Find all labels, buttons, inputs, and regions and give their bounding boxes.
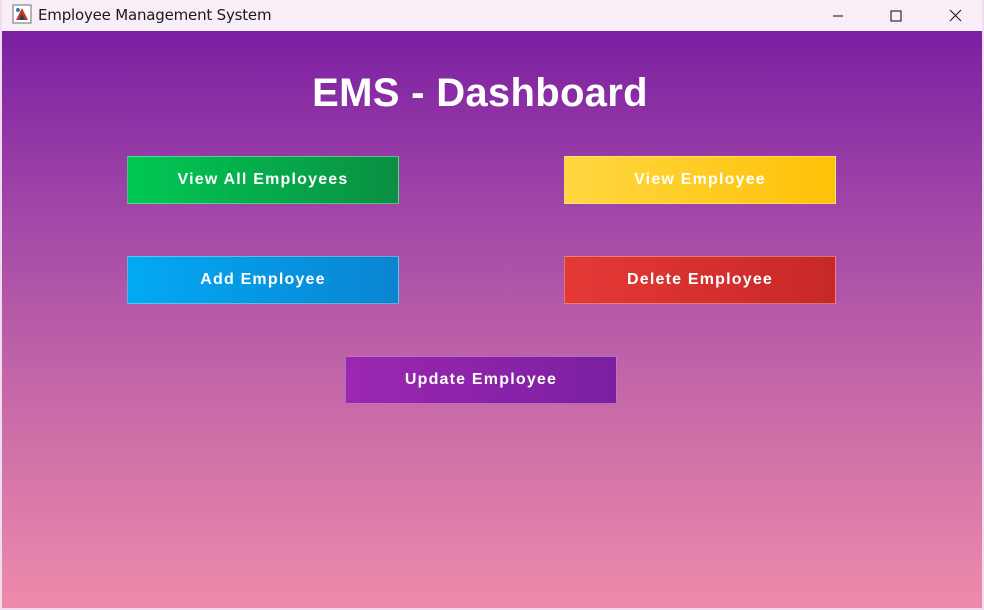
view-all-employees-button[interactable]: View All Employees xyxy=(127,156,399,204)
delete-employee-button[interactable]: Delete Employee xyxy=(564,256,836,304)
app-window: Employee Management System EMS - Dashboa… xyxy=(0,0,984,610)
title-bar[interactable]: Employee Management System xyxy=(0,0,984,31)
page-title: EMS - Dashboard xyxy=(312,71,648,115)
minimize-icon xyxy=(833,14,843,17)
close-button[interactable] xyxy=(926,0,984,31)
add-employee-button[interactable]: Add Employee xyxy=(127,256,399,304)
dashboard-panel: EMS - Dashboard View All Employees View … xyxy=(2,31,982,608)
update-employee-button[interactable]: Update Employee xyxy=(345,356,617,404)
view-employee-button[interactable]: View Employee xyxy=(564,156,836,204)
maximize-button[interactable] xyxy=(867,0,925,31)
close-icon xyxy=(949,9,961,22)
minimize-button[interactable] xyxy=(809,0,867,31)
maximize-icon xyxy=(890,9,902,22)
window-title: Employee Management System xyxy=(38,6,272,24)
window-border-left xyxy=(0,0,2,610)
java-app-icon xyxy=(12,4,32,24)
